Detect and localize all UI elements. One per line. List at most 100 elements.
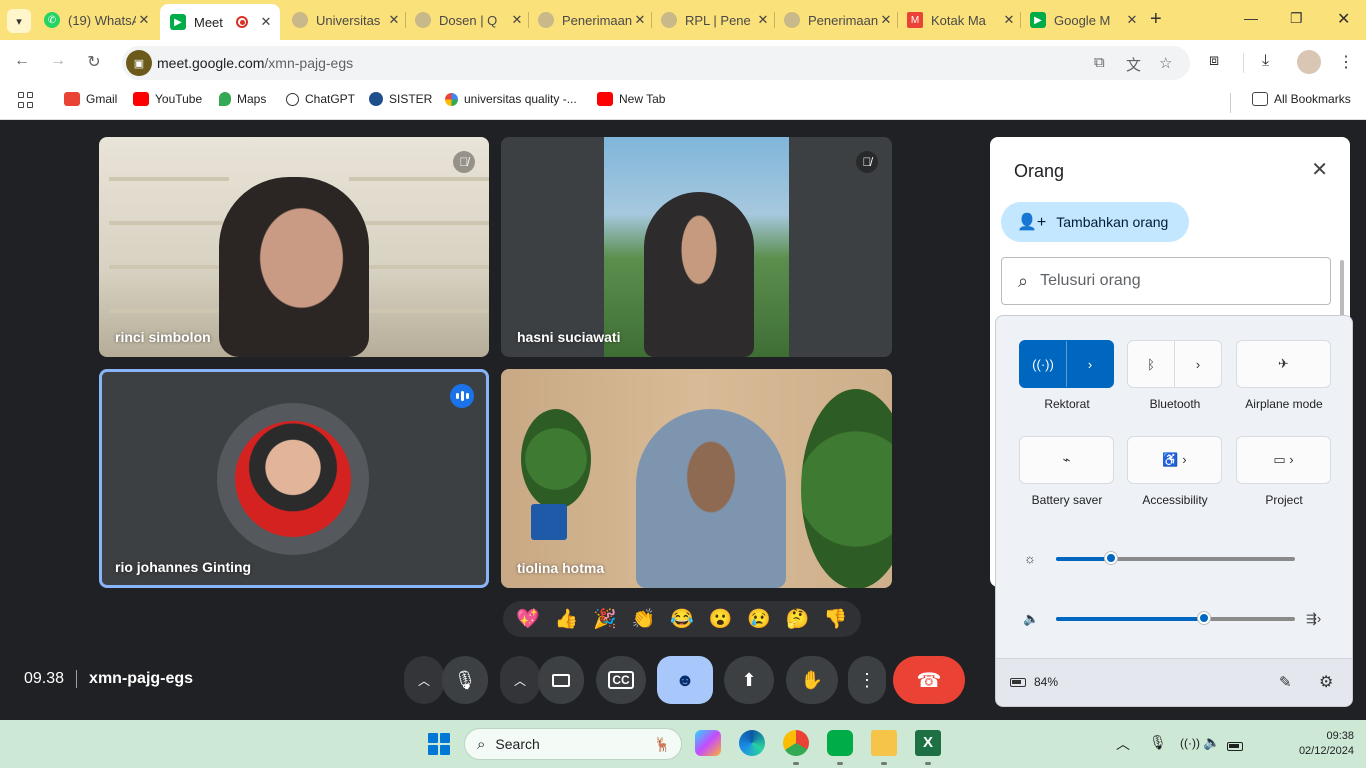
chrome-icon[interactable] — [783, 730, 809, 756]
reaction-party-popper[interactable]: 🎉 — [593, 610, 617, 629]
more-options-button[interactable]: ⋮ — [848, 656, 886, 704]
battery-tray-icon[interactable] — [1227, 738, 1243, 754]
microphone-tray-icon[interactable]: 🎙 — [1149, 734, 1167, 751]
tab-meet[interactable]: ▶ Meet ✕ — [160, 4, 280, 40]
minimize-button[interactable]: — — [1244, 10, 1258, 26]
tab-penerimaan[interactable]: Penerimaan ✕ — [538, 6, 648, 34]
site-info-icon[interactable]: ▣ — [126, 50, 152, 76]
tab-penerimaan-2[interactable]: Penerimaan ✕ — [784, 6, 894, 34]
address-bar[interactable]: ▣ meet.google.com/xmn-pajg-egs ⧉ 文 ☆ — [122, 46, 1190, 80]
menu-icon[interactable]: ⋮ — [1338, 52, 1354, 72]
close-tab-icon[interactable]: ✕ — [632, 12, 648, 28]
close-tab-icon[interactable]: ✕ — [755, 12, 771, 28]
edge-icon[interactable] — [739, 730, 765, 756]
bookmark-gmail[interactable]: Gmail — [64, 92, 117, 106]
participant-tile-active-speaker[interactable]: rio johannes Ginting — [99, 369, 489, 588]
audio-options-button[interactable]: ︿ — [404, 656, 444, 704]
reaction-sparkling-heart[interactable]: 💖 — [516, 610, 540, 629]
video-options-button[interactable]: ︿ — [500, 656, 540, 704]
tab-search-button[interactable]: ▾ — [7, 9, 31, 33]
panel-scrollbar[interactable] — [1340, 260, 1344, 320]
download-icon[interactable]: ⤓ — [1262, 52, 1269, 70]
copilot-icon[interactable] — [695, 730, 721, 756]
show-hidden-icons-button[interactable]: ︿ — [1116, 734, 1130, 754]
new-tab-button[interactable]: + — [1150, 9, 1162, 29]
file-explorer-icon[interactable] — [871, 730, 897, 756]
reaction-thumbs-up[interactable]: 👍 — [555, 610, 579, 629]
extensions-icon[interactable]: ⧈ — [1209, 52, 1219, 70]
close-tab-icon[interactable]: ✕ — [136, 12, 152, 28]
bookmark-youtube[interactable]: YouTube — [133, 92, 202, 106]
reaction-sad[interactable]: 😢 — [747, 610, 771, 629]
add-people-button[interactable]: 👤+ Tambahkan orang — [1001, 202, 1189, 242]
bookmark-sister[interactable]: SISTER — [369, 92, 432, 106]
tab-whatsapp[interactable]: ✆ (19) WhatsApp ✕ — [44, 6, 152, 34]
volume-slider[interactable] — [1056, 611, 1295, 625]
emoji-icon: ☻ — [675, 669, 695, 690]
tab-gmail[interactable]: M Kotak Ma ✕ — [907, 6, 1017, 34]
edit-icon[interactable]: ✎ — [1279, 673, 1292, 691]
accessibility-button[interactable]: ♿ › — [1127, 436, 1222, 484]
meet-app-icon[interactable] — [827, 730, 853, 756]
audio-output-icon[interactable]: ⇶› — [1306, 611, 1321, 627]
reaction-surprised[interactable]: 😮 — [709, 610, 733, 629]
bookmark-new-tab[interactable]: New Tab — [597, 92, 665, 106]
wifi-tray-icon[interactable]: ((·)) — [1180, 736, 1200, 750]
participant-tile[interactable]: 🎙̸ rinci simbolon — [99, 137, 489, 357]
close-tab-icon[interactable]: ✕ — [386, 12, 402, 28]
apps-icon[interactable] — [18, 92, 34, 108]
start-button[interactable] — [428, 733, 450, 755]
close-window-button[interactable]: ✕ — [1337, 9, 1350, 29]
mic-button[interactable]: 🎙 — [442, 656, 488, 704]
battery-status[interactable]: 84% — [1010, 675, 1058, 689]
bookmark-chatgpt[interactable]: ChatGPT — [286, 92, 355, 106]
wifi-toggle[interactable]: ((·)) › — [1019, 340, 1114, 388]
all-bookmarks[interactable]: All Bookmarks — [1252, 92, 1351, 106]
captions-button[interactable]: CC — [596, 656, 646, 704]
back-button[interactable]: ← — [12, 52, 32, 70]
reaction-thumbs-down[interactable]: 👎 — [824, 610, 848, 629]
brightness-slider[interactable] — [1056, 551, 1295, 565]
close-tab-icon[interactable]: ✕ — [258, 14, 274, 30]
airplane-mode-toggle[interactable]: ✈ — [1236, 340, 1331, 388]
bookmark-universitas-quality[interactable]: universitas quality -... — [445, 92, 577, 106]
tab-universitas[interactable]: Universitas ✕ — [292, 6, 402, 34]
reaction-clapping[interactable]: 👏 — [632, 610, 656, 629]
settings-gear-icon[interactable]: ⚙ — [1319, 672, 1333, 692]
search-people-input[interactable]: ⌕ Telusuri orang — [1001, 257, 1331, 305]
battery-saver-toggle[interactable]: ⌁ — [1019, 436, 1114, 484]
forward-button[interactable]: → — [48, 52, 68, 70]
bookmark-star-icon[interactable]: ☆ — [1159, 54, 1172, 72]
raise-hand-button[interactable]: ✋ — [786, 656, 838, 704]
open-in-app-icon[interactable]: ⧉ — [1094, 54, 1105, 71]
close-tab-icon[interactable]: ✕ — [509, 12, 525, 28]
close-tab-icon[interactable]: ✕ — [1001, 12, 1017, 28]
camera-button[interactable] — [538, 656, 584, 704]
tab-google-meet[interactable]: ▶ Google M ✕ — [1030, 6, 1140, 34]
reload-button[interactable]: ↻ — [84, 52, 104, 72]
chevron-right-icon[interactable]: › — [1067, 341, 1113, 387]
reaction-laughing[interactable]: 😂 — [670, 610, 694, 629]
participant-tile[interactable]: tiolina hotma — [501, 369, 892, 588]
close-tab-icon[interactable]: ✕ — [1124, 12, 1140, 28]
translate-icon[interactable]: 文 — [1126, 54, 1141, 75]
profile-avatar[interactable] — [1297, 50, 1321, 74]
tab-dosen[interactable]: Dosen | Q ✕ — [415, 6, 525, 34]
tab-rpl[interactable]: RPL | Pene ✕ — [661, 6, 771, 34]
participant-tile[interactable]: 🎙̸ hasni suciawati — [501, 137, 892, 357]
excel-icon[interactable]: X — [915, 730, 941, 756]
chevron-right-icon[interactable]: › — [1175, 341, 1221, 387]
taskbar-clock[interactable]: 09:38 02/12/2024 — [1282, 729, 1354, 759]
taskbar-search[interactable]: ⌕ Search 🦌 — [464, 728, 682, 760]
leave-call-button[interactable]: ☎ — [893, 656, 965, 704]
bluetooth-toggle[interactable]: ᛒ › — [1127, 340, 1222, 388]
bookmark-maps[interactable]: Maps — [219, 92, 266, 106]
volume-tray-icon[interactable]: 🔈 — [1203, 734, 1220, 751]
close-panel-button[interactable]: ✕ — [1311, 157, 1328, 182]
reaction-thinking[interactable]: 🤔 — [785, 610, 809, 629]
present-button[interactable]: ⬆ — [724, 656, 774, 704]
reactions-button[interactable]: ☻ — [657, 656, 713, 704]
close-tab-icon[interactable]: ✕ — [878, 12, 894, 28]
project-button[interactable]: ▭ › — [1236, 436, 1331, 484]
restore-button[interactable]: ❐ — [1290, 10, 1303, 27]
